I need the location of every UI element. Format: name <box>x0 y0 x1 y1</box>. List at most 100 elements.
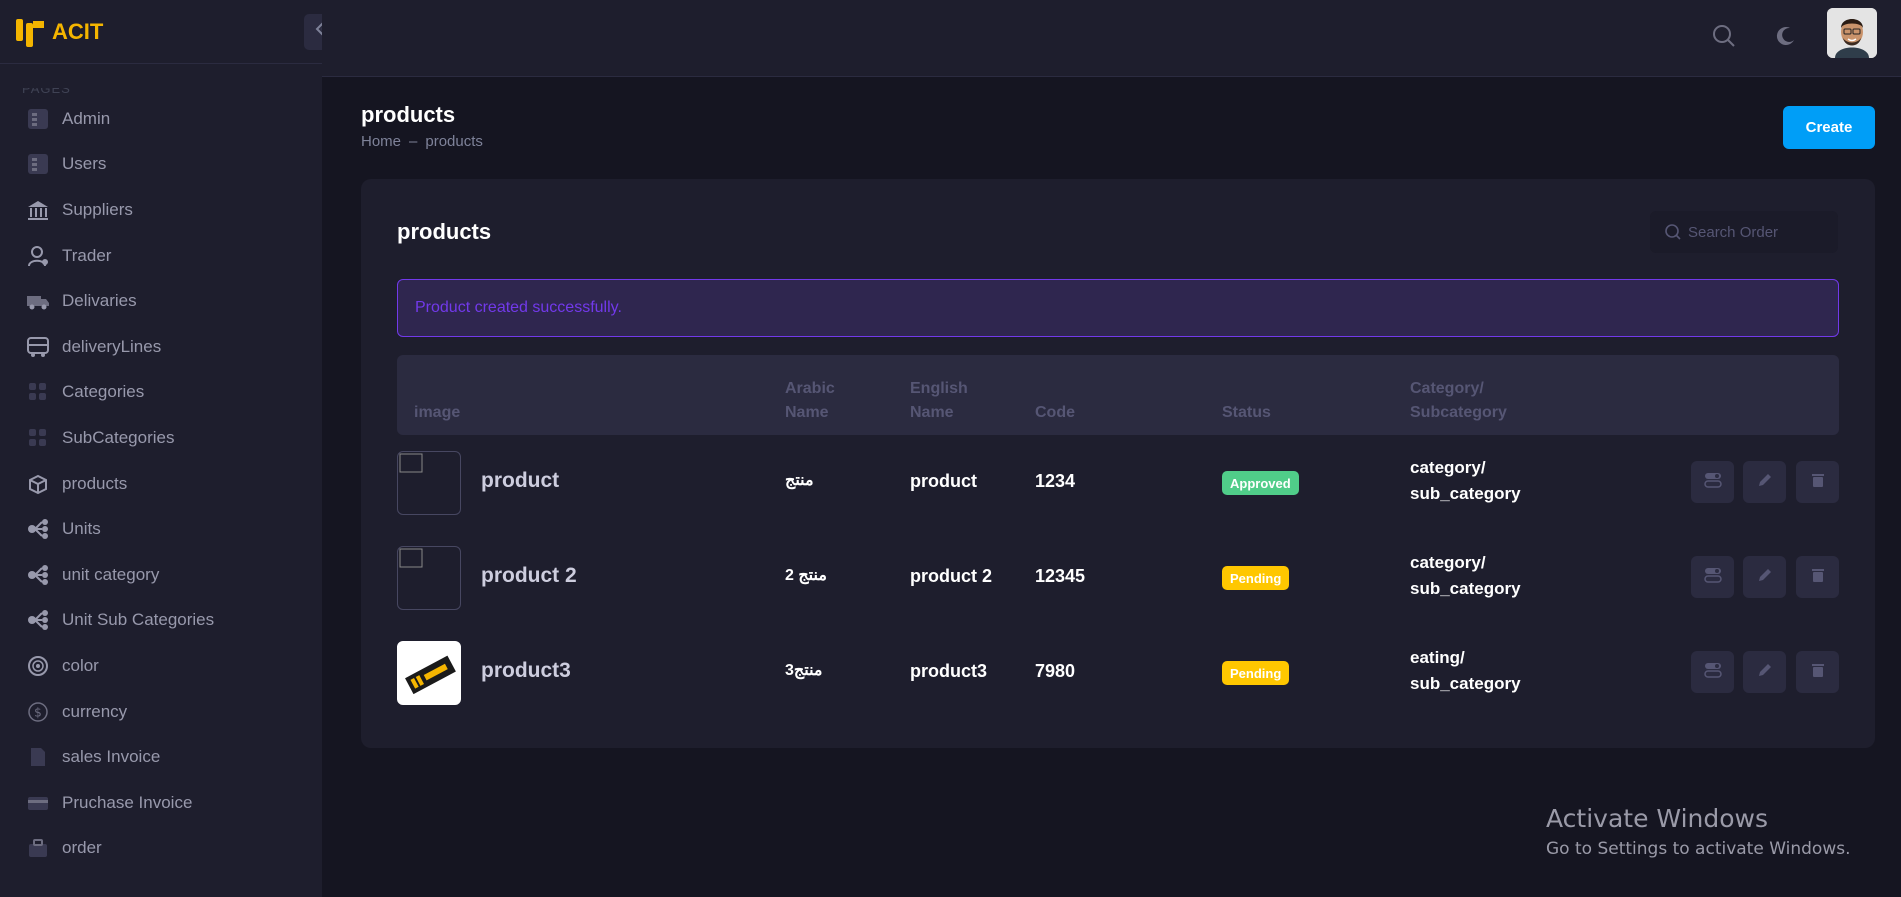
search-icon <box>1664 223 1682 241</box>
truck-icon <box>26 290 50 312</box>
th-english-line2: Name <box>910 404 954 421</box>
table-header: image Arabic Name English Name Code Stat… <box>397 355 1839 435</box>
sidebar-item-trader[interactable]: Trader <box>0 233 322 279</box>
status-badge: Pending <box>1222 566 1290 590</box>
breadcrumb-current: products <box>425 133 483 150</box>
english-name: product3 <box>910 661 988 681</box>
search-placeholder: Search Order <box>1688 223 1779 241</box>
sidebar-item-subcategories[interactable]: SubCategories <box>0 415 322 461</box>
moon-icon[interactable] <box>1770 20 1802 52</box>
sidebar-item-sales-invoice[interactable]: sales Invoice <box>0 734 322 780</box>
palette-icon <box>26 655 50 677</box>
sidebar-item-label: Trader <box>62 245 112 265</box>
hierarchy-icon <box>26 518 50 540</box>
status-badge: Pending <box>1222 661 1290 685</box>
success-alert: Product created successfully. <box>397 279 1839 337</box>
hierarchy-icon <box>26 564 50 586</box>
sidebar-item-label: Delivaries <box>62 291 137 311</box>
sidebar-item-label: Units <box>62 519 101 539</box>
watermark-title: Activate Windows <box>1546 804 1768 833</box>
watermark-subtitle: Go to Settings to activate Windows. <box>1546 839 1851 859</box>
category-cell: category/ sub_category <box>1410 455 1521 507</box>
sidebar-item-admin[interactable]: Admin <box>0 96 322 142</box>
toggle-button[interactable] <box>1691 461 1734 503</box>
brand-logo[interactable]: ACIT <box>14 15 103 49</box>
sidebar-item-label: deliveryLines <box>62 336 162 356</box>
sidebar-item-unit-sub-categories[interactable]: Unit Sub Categories <box>0 598 322 644</box>
delete-button[interactable] <box>1796 461 1839 503</box>
toggle-button[interactable] <box>1691 651 1734 693</box>
edit-button[interactable] <box>1743 556 1786 598</box>
product-name: product 2 <box>481 564 577 587</box>
sidebar-item-deliverylines[interactable]: deliveryLines <box>0 324 322 370</box>
th-category-line2: Subcategory <box>1410 404 1507 421</box>
sidebar-item-label: sales Invoice <box>62 747 161 767</box>
sidebar-item-label: currency <box>62 701 128 721</box>
sidebar-item-color[interactable]: color <box>0 643 322 689</box>
toggle-button[interactable] <box>1691 556 1734 598</box>
avatar[interactable] <box>1827 8 1877 58</box>
admin-icon <box>26 108 50 130</box>
pencil-icon <box>1757 472 1773 493</box>
sidebar-item-order[interactable]: order <box>0 826 322 872</box>
th-english-line1: English <box>910 380 968 397</box>
th-status: Status <box>1222 404 1271 421</box>
status-badge: Approved <box>1222 471 1299 495</box>
sidebar-item-products[interactable]: products <box>0 461 322 507</box>
search-icon[interactable] <box>1708 20 1740 52</box>
brand-name: ACIT <box>52 18 104 44</box>
sidebar-item-label: Categories <box>62 382 145 402</box>
sidebar-item-delivaries[interactable]: Delivaries <box>0 278 322 324</box>
arabic-name: منتج3 <box>785 662 823 679</box>
sidebar-item-label: Admin <box>62 108 111 128</box>
category-line: category/ <box>1410 553 1486 572</box>
search-input[interactable]: Search Order <box>1650 211 1838 253</box>
bus-icon <box>26 336 50 358</box>
sidebar-item-units[interactable]: Units <box>0 506 322 552</box>
english-name: product 2 <box>910 566 993 586</box>
product-code: 1234 <box>1035 471 1076 491</box>
bank-icon <box>26 199 50 221</box>
toggle-icon <box>1703 472 1722 493</box>
sidebar-nav: PAGES Admin Users Suppliers Trader Deliv… <box>0 80 322 871</box>
product-image <box>397 546 461 610</box>
windows-activation-watermark: Activate Windows Go to Settings to activ… <box>1546 804 1851 859</box>
th-image: image <box>414 404 461 421</box>
th-category: Category/ Subcategory <box>1410 377 1507 425</box>
arabic-name: منتج 2 <box>785 567 827 584</box>
subcategory-line: sub_category <box>1410 484 1521 503</box>
sidebar: ACIT PAGES Admin Users Suppliers Trader … <box>0 0 322 897</box>
breadcrumb-home[interactable]: Home <box>361 133 401 150</box>
sidebar-item-unit-category[interactable]: unit category <box>0 552 322 598</box>
pencil-icon <box>1757 662 1773 683</box>
trash-icon <box>1811 567 1825 588</box>
product-image <box>397 451 461 515</box>
category-line: eating/ <box>1410 648 1465 667</box>
sidebar-item-currency[interactable]: $ currency <box>0 689 322 735</box>
subcategory-line: sub_category <box>1410 674 1521 693</box>
sidebar-item-users[interactable]: Users <box>0 142 322 188</box>
trash-icon <box>1811 662 1825 683</box>
product-code: 7980 <box>1035 661 1076 681</box>
category-cell: eating/ sub_category <box>1410 645 1521 697</box>
create-button[interactable]: Create <box>1783 106 1875 149</box>
sidebar-item-label: SubCategories <box>62 427 175 447</box>
user-gear-icon <box>26 245 50 267</box>
product-code: 12345 <box>1035 566 1086 586</box>
svg-text:$: $ <box>34 705 42 719</box>
sidebar-item-label: unit category <box>62 564 160 584</box>
delete-button[interactable] <box>1796 651 1839 693</box>
delete-button[interactable] <box>1796 556 1839 598</box>
subcategory-line: sub_category <box>1410 579 1521 598</box>
sidebar-item-categories[interactable]: Categories <box>0 370 322 416</box>
sidebar-item-purchase-invoice[interactable]: Pruchase Invoice <box>0 780 322 826</box>
breadcrumb-separator: – <box>409 133 418 150</box>
sidebar-item-suppliers[interactable]: Suppliers <box>0 187 322 233</box>
hierarchy-icon <box>26 609 50 631</box>
english-name: product <box>910 471 977 491</box>
edit-button[interactable] <box>1743 651 1786 693</box>
edit-button[interactable] <box>1743 461 1786 503</box>
logo-icon <box>14 15 48 49</box>
toggle-icon <box>1703 662 1722 683</box>
th-arabic-line1: Arabic <box>785 380 835 397</box>
